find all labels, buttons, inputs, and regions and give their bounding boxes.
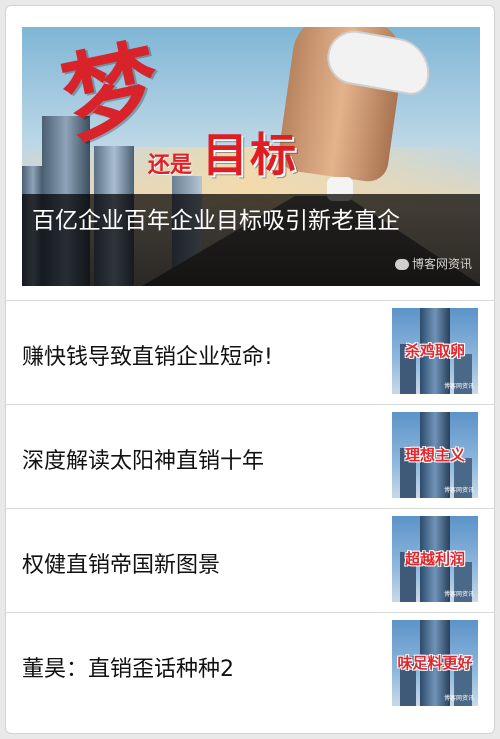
hero-image-text-target: 目标 [202,128,298,182]
thumbnail-watermark: 博客网资讯 [443,487,474,494]
article-thumbnail[interactable]: 味足料更好 博客网资讯 [392,620,478,706]
thumbnail-label: 超越利润 [404,550,465,568]
article-thumbnail[interactable]: 超越利润 博客网资讯 [392,516,478,602]
hero-watermark: 博客网资讯 [394,255,472,272]
article-thumbnail[interactable]: 理想主义 博客网资讯 [392,412,478,498]
hero-caption[interactable]: 百亿企业百年企业目标吸引新老直企 [32,203,472,239]
list-item[interactable]: 权健直销帝国新图景 超越利润 博客网资讯 [6,509,494,612]
article-title[interactable]: 董昊：直销歪话种种2 [22,651,234,683]
list-item[interactable]: 赚快钱导致直销企业短命! 杀鸡取卵 博客网资讯 [6,301,494,404]
article-title[interactable]: 深度解读太阳神直销十年 [22,443,264,475]
list-item[interactable]: 董昊：直销歪话种种2 味足料更好 博客网资讯 [6,613,494,716]
article-title[interactable]: 赚快钱导致直销企业短命! [22,339,273,371]
hero-article[interactable]: 梦 还是 目标 百亿企业百年企业目标吸引新老直企 博客网资讯 [22,27,480,286]
hero-image-calligraphy: 梦 [53,27,171,158]
thumbnail-watermark: 博客网资讯 [443,383,474,390]
wechat-icon [394,259,409,270]
thumbnail-label: 理想主义 [404,446,465,464]
thumbnail-label: 味足料更好 [397,654,473,672]
thumbnail-watermark: 博客网资讯 [443,591,474,598]
thumbnail-label: 杀鸡取卵 [404,342,465,360]
hero-watermark-text: 博客网资讯 [411,257,472,271]
article-title[interactable]: 权健直销帝国新图景 [22,547,220,579]
news-card: 梦 还是 目标 百亿企业百年企业目标吸引新老直企 博客网资讯 赚快钱导致直销企业… [5,5,495,734]
list-item[interactable]: 深度解读太阳神直销十年 理想主义 博客网资讯 [6,405,494,508]
article-thumbnail[interactable]: 杀鸡取卵 博客网资讯 [392,308,478,394]
hero-image-text-small: 还是 [148,153,193,178]
thumbnail-watermark: 博客网资讯 [443,695,474,702]
